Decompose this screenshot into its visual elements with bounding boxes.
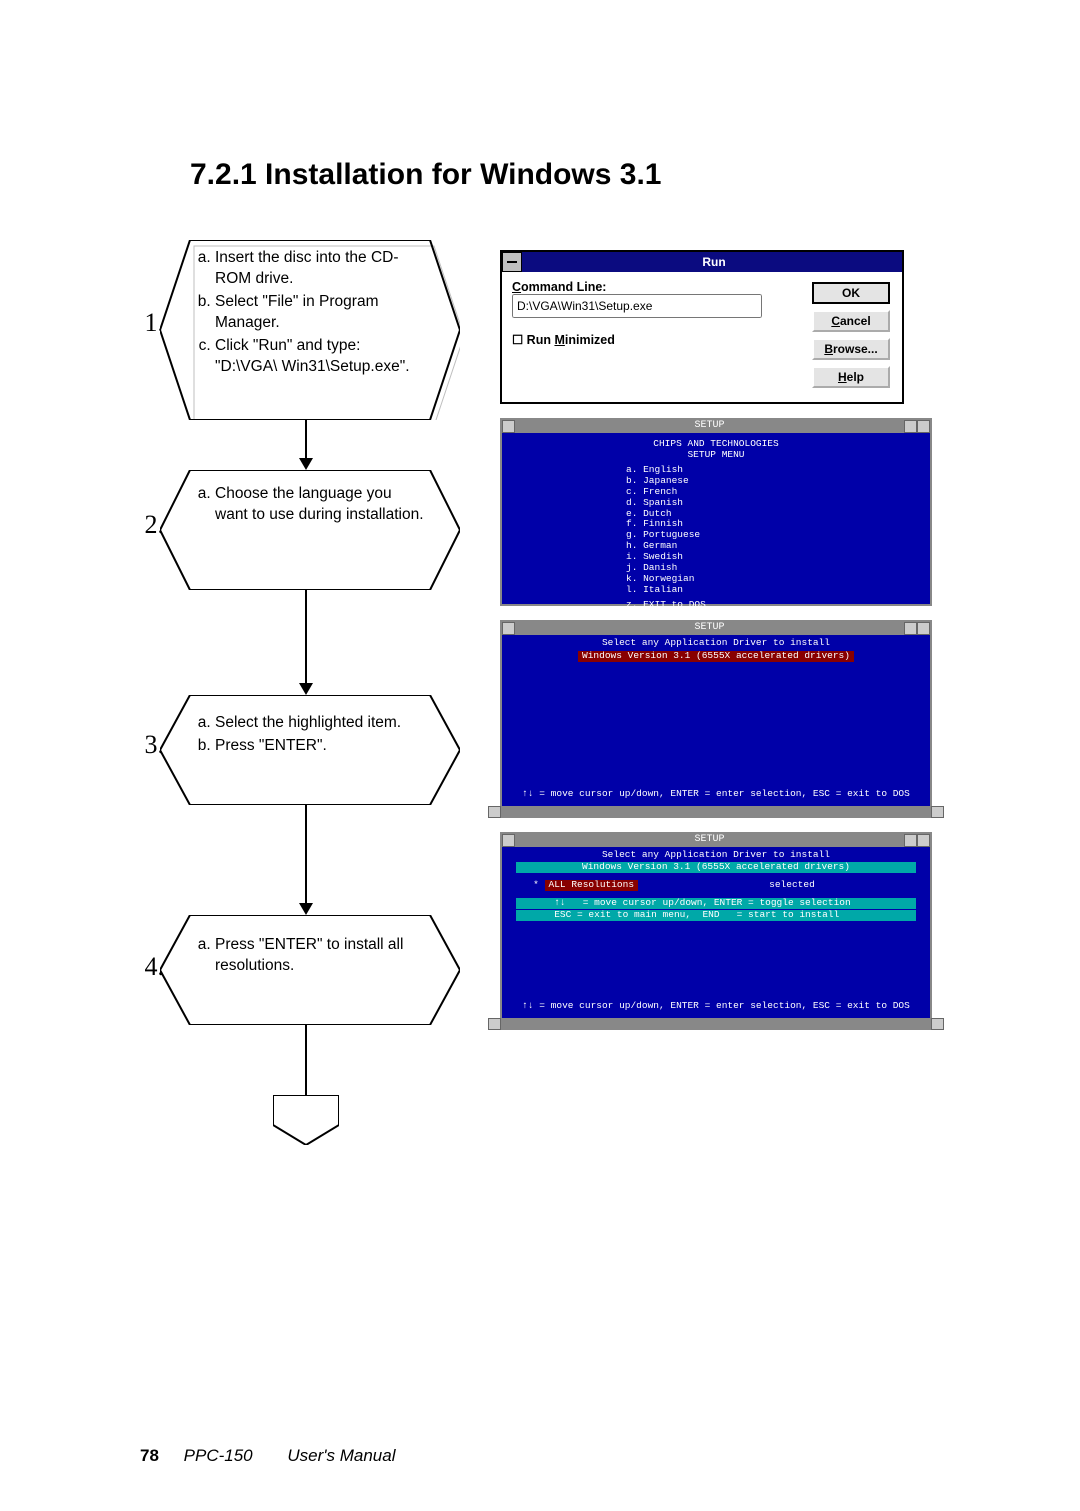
setup3-bottom: ↑↓ = move cursor up/down, ENTER = enter … <box>516 1001 916 1012</box>
browse-button[interactable]: Browse... <box>812 338 890 360</box>
footer-manual: User's Manual <box>287 1446 395 1465</box>
step1-a: Insert the disc into the CD-ROM drive. <box>215 248 425 290</box>
page-footer: 78 PPC-150 User's Manual <box>140 1446 396 1466</box>
step-3-box: Select the highlighted item. Press "ENTE… <box>185 695 435 805</box>
step1-b: Select "File" in Program Manager. <box>215 292 425 334</box>
setup3-selected-state: selected <box>769 879 815 890</box>
setup3-title: SETUP <box>515 834 904 847</box>
setup2-highlight[interactable]: Windows Version 3.1 (6555X accelerated d… <box>578 651 854 662</box>
setup3-line1: Select any Application Driver to install <box>516 850 916 861</box>
setup3-hint2: ESC = exit to main menu, END = start to … <box>554 909 839 920</box>
step3-b: Press "ENTER". <box>215 736 425 757</box>
setup1-title: SETUP <box>515 420 904 433</box>
setup2-title: SETUP <box>515 622 904 635</box>
step1-c: Click "Run" and type: "D:\VGA\ Win31\Set… <box>215 336 425 378</box>
setup3-hint1: ↑↓ = move cursor up/down, ENTER = toggle… <box>554 897 850 908</box>
setup-select-driver-screen: SETUP Select any Application Driver to i… <box>500 620 932 818</box>
setup3-line2: Windows Version 3.1 (6555X accelerated d… <box>516 862 916 873</box>
section-heading: 7.2.1 Installation for Windows 3.1 <box>190 158 662 192</box>
step-1-box: Insert the disc into the CD-ROM drive. S… <box>185 240 435 420</box>
footer-model: PPC-150 <box>184 1446 253 1465</box>
help-button[interactable]: Help <box>812 366 890 388</box>
step3-a: Select the highlighted item. <box>215 713 425 734</box>
page-number: 78 <box>140 1446 159 1465</box>
ok-button[interactable]: OK <box>812 282 890 304</box>
run-dialog-title: Run <box>526 255 902 269</box>
command-line-input[interactable] <box>512 294 762 318</box>
step-4-box: Press "ENTER" to install all resolutions… <box>185 915 435 1025</box>
run-dialog: Run Command Line: ☐ Run Minimized OK Can… <box>500 250 904 404</box>
cancel-button[interactable]: Cancel <box>812 310 890 332</box>
step-2-box: Choose the language you want to use duri… <box>185 470 435 590</box>
setup2-hint: ↑↓ = move cursor up/down, ENTER = enter … <box>516 789 916 800</box>
setup1-language-list[interactable]: a. English b. Japanese c. French d. Span… <box>626 465 916 596</box>
setup1-head2: SETUP MENU <box>516 450 916 461</box>
step4-a: Press "ENTER" to install all resolutions… <box>215 935 425 977</box>
step2-a: Choose the language you want to use duri… <box>215 484 425 526</box>
setup-language-screen: SETUP CHIPS AND TECHNOLOGIES SETUP MENU … <box>500 418 932 606</box>
setup3-selected-item[interactable]: ALL Resolutions <box>545 880 639 891</box>
sysmenu-icon[interactable] <box>502 252 522 272</box>
flow-end-icon <box>273 1095 339 1145</box>
setup-resolutions-screen: SETUP Select any Application Driver to i… <box>500 832 932 1030</box>
setup2-line1: Select any Application Driver to install <box>516 638 916 649</box>
